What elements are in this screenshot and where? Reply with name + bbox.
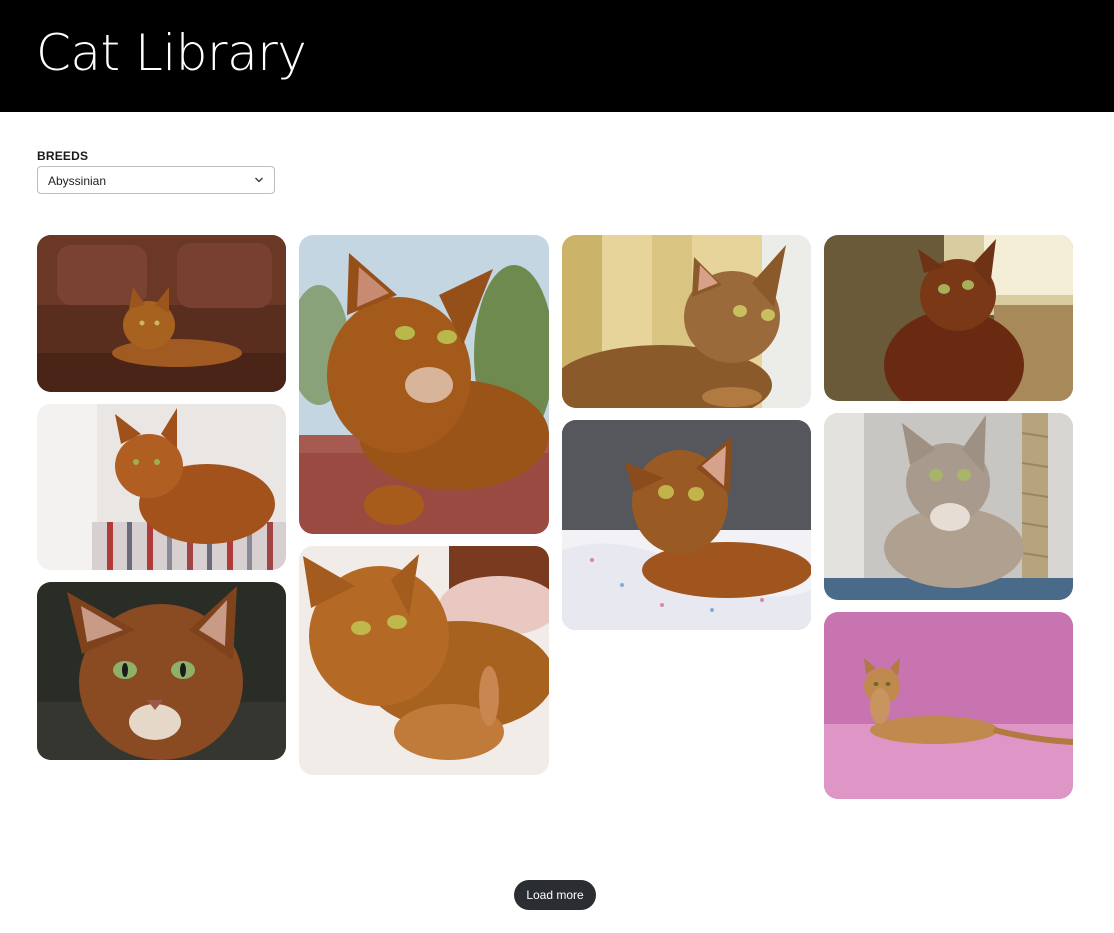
cat-photo-4[interactable] — [299, 235, 549, 534]
cat-image-3 — [37, 582, 286, 760]
cat-photo-10[interactable] — [824, 612, 1073, 799]
chevron-down-icon — [255, 177, 263, 183]
cat-image-5 — [299, 546, 549, 775]
cat-image-7 — [562, 420, 811, 630]
cat-photo-6[interactable] — [562, 235, 811, 408]
cat-image-4 — [299, 235, 549, 534]
cat-image-10 — [824, 612, 1073, 799]
cat-image-6 — [562, 235, 811, 408]
cat-photo-1[interactable] — [37, 235, 286, 392]
breeds-label: BREEDS — [37, 149, 89, 163]
cat-photo-7[interactable] — [562, 420, 811, 630]
cat-photo-2[interactable] — [37, 404, 286, 570]
cat-image-8 — [824, 235, 1073, 401]
breed-select[interactable]: Abyssinian — [37, 166, 275, 194]
cat-image-2 — [37, 404, 286, 570]
cat-image-1 — [37, 235, 286, 392]
breed-select-value: Abyssinian — [48, 174, 107, 188]
app-title: Cat Library — [36, 24, 307, 82]
cat-photo-3[interactable] — [37, 582, 286, 760]
app-header: Cat Library — [0, 0, 1114, 112]
cat-photo-9[interactable] — [824, 413, 1073, 600]
cat-photo-8[interactable] — [824, 235, 1073, 401]
cat-image-9 — [824, 413, 1073, 600]
load-more-button[interactable]: Load more — [514, 880, 596, 910]
cat-photo-5[interactable] — [299, 546, 549, 775]
